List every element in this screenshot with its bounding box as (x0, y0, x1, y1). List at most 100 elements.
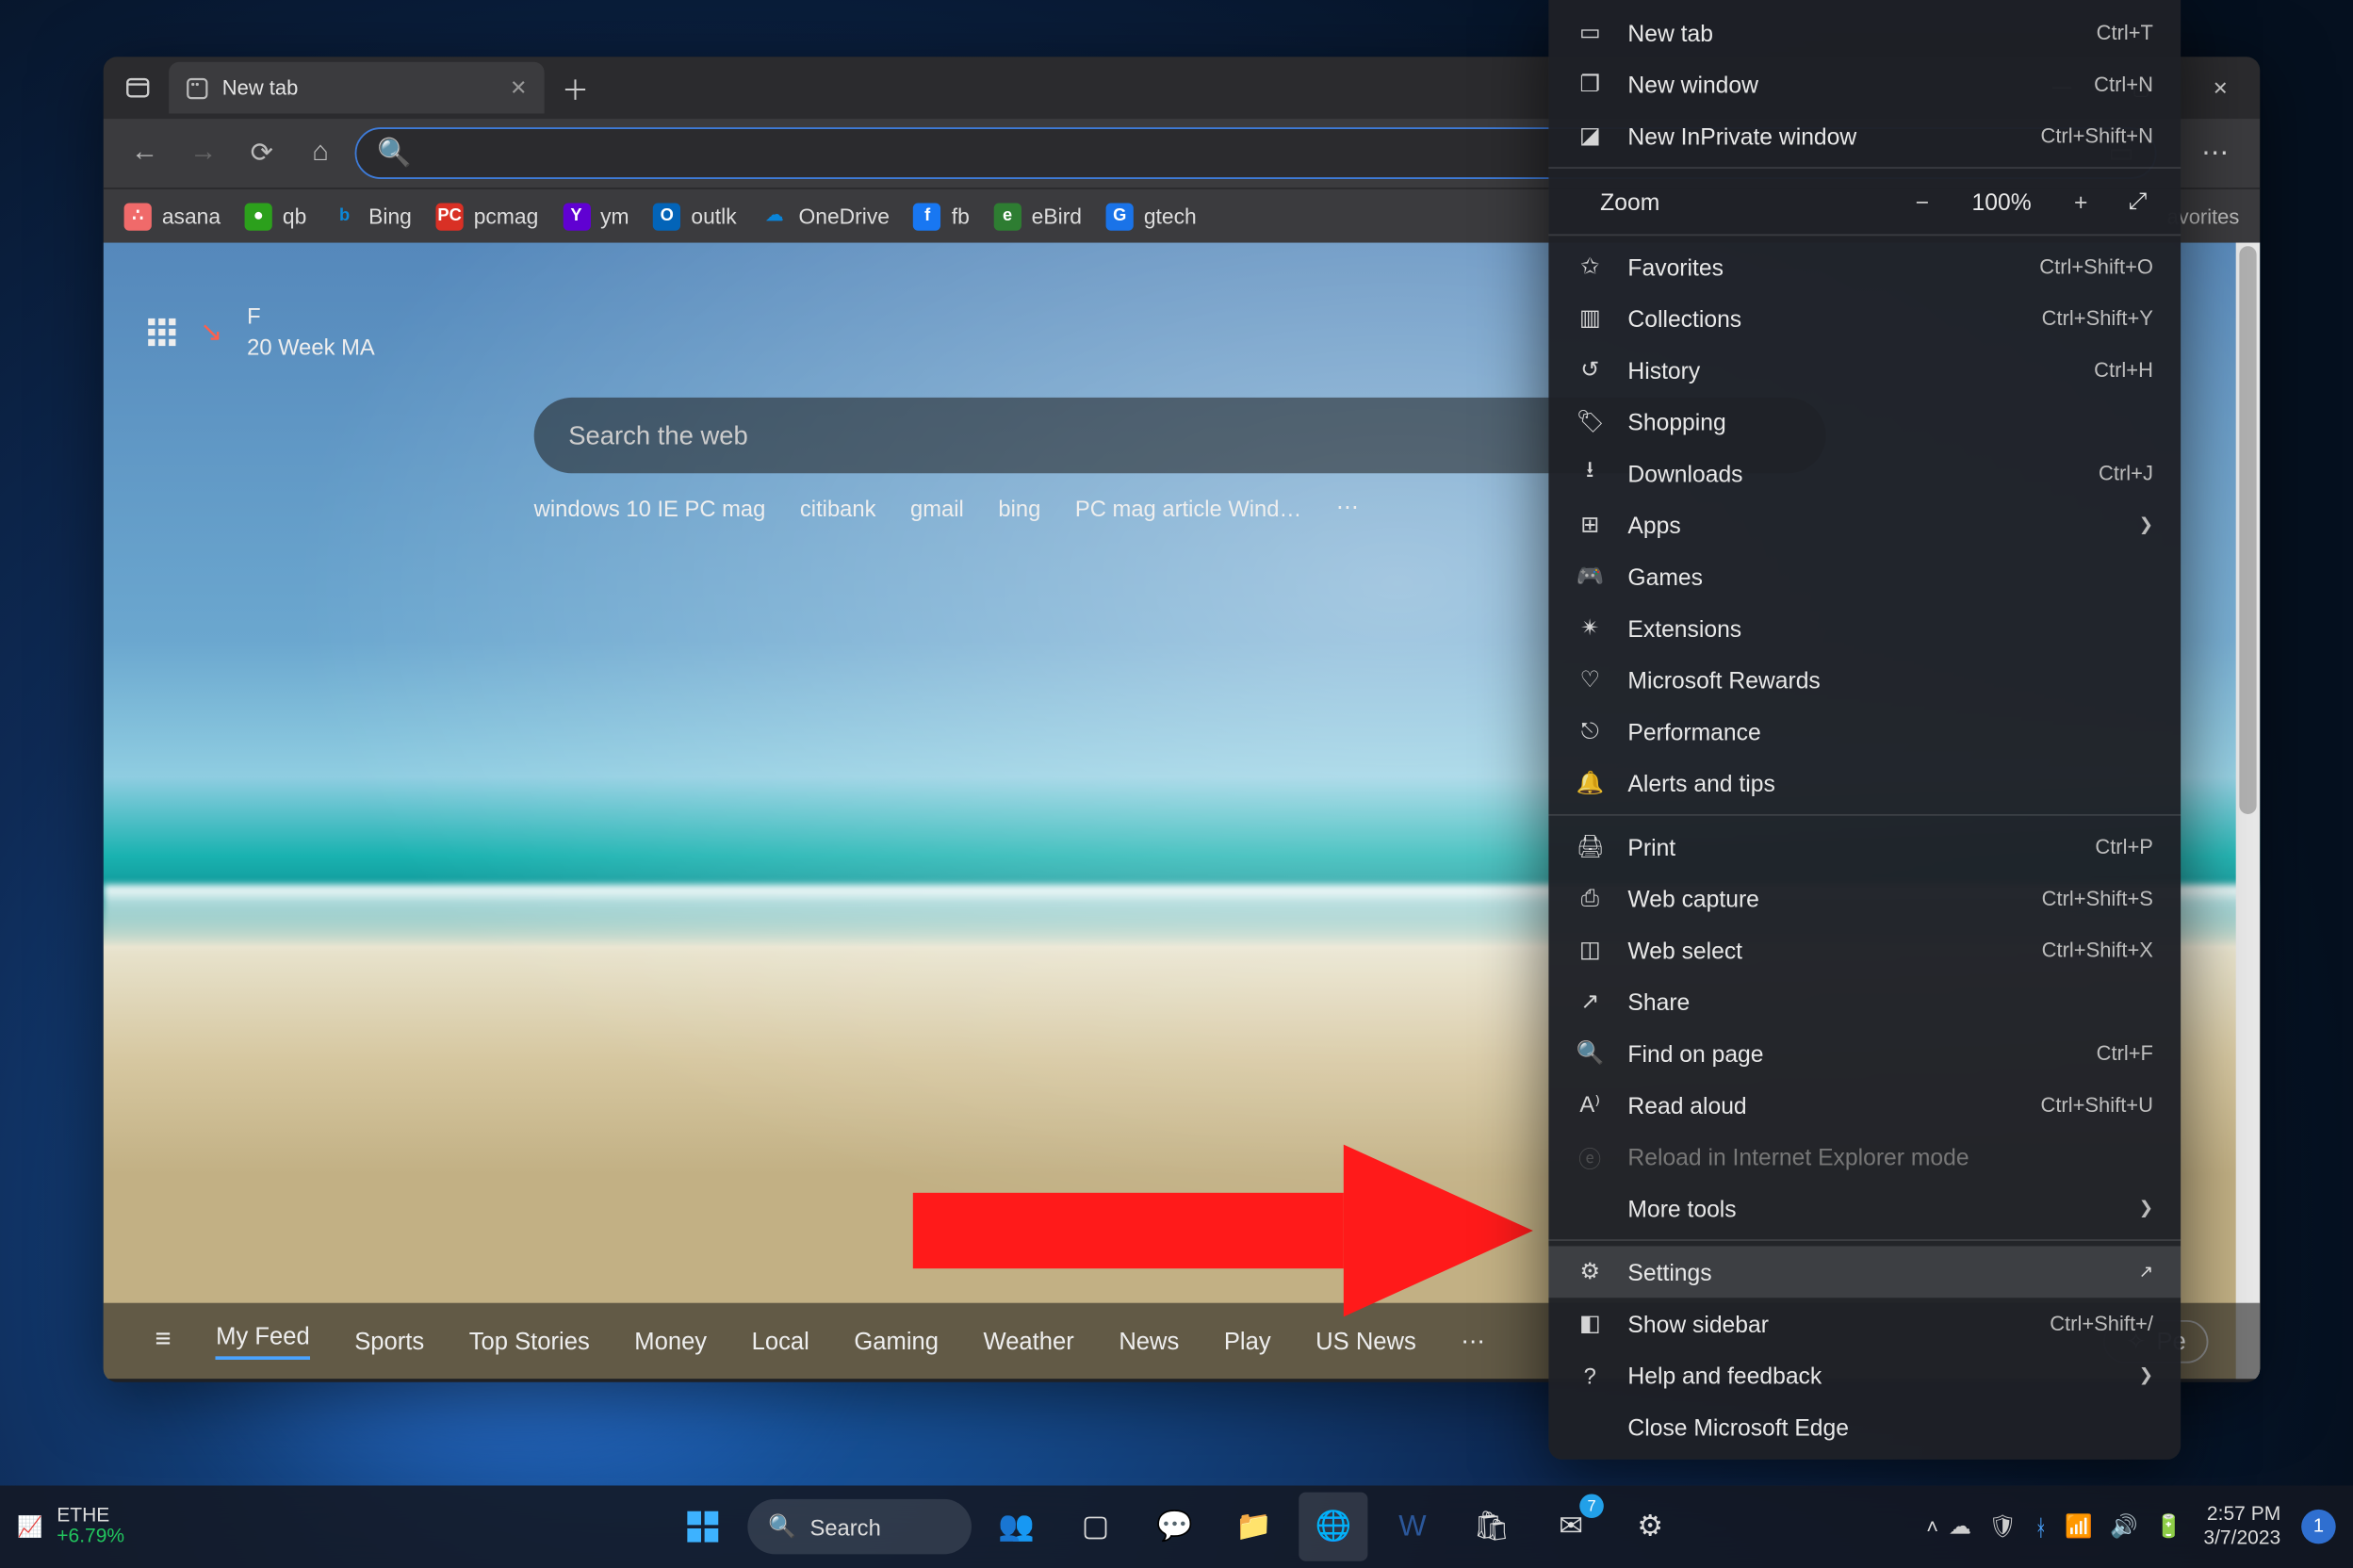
favorite-fb[interactable]: ffb (914, 203, 970, 230)
favorite-gtech[interactable]: Ggtech (1106, 203, 1197, 230)
feed-top-stories[interactable]: Top Stories (469, 1327, 590, 1354)
favorite-outlk[interactable]: Ooutlk (653, 203, 736, 230)
menu-help[interactable]: ?Help and feedback❯ (1548, 1349, 2181, 1401)
volume-tray-icon[interactable]: 🔊 (2110, 1513, 2138, 1541)
feed-local[interactable]: Local (752, 1327, 809, 1354)
feed-more-icon[interactable]: ⋯ (1461, 1326, 1485, 1355)
favorite-qb[interactable]: ●qb (245, 203, 307, 230)
scrollbar[interactable] (2236, 243, 2261, 1380)
start-button[interactable] (668, 1493, 737, 1561)
feed-weather[interactable]: Weather (984, 1327, 1074, 1354)
favorite-bing[interactable]: bBing (331, 203, 412, 230)
tab-new-tab[interactable]: New tab ✕ (169, 62, 544, 114)
favorite-asana[interactable]: ∴asana (124, 203, 221, 230)
taskbar-search[interactable]: 🔍Search (747, 1499, 972, 1554)
taskbar-task-view[interactable]: ▢ (1061, 1493, 1130, 1561)
zoom-out-button[interactable]: − (1905, 188, 1940, 214)
menu-downloads[interactable]: ⭳DownloadsCtrl+J (1548, 448, 2181, 499)
menu-new-inprivate[interactable]: ◪New InPrivate windowCtrl+Shift+N (1548, 110, 2181, 162)
app-launcher-icon[interactable] (148, 318, 175, 345)
taskbar-chat[interactable]: 💬 (1140, 1493, 1209, 1561)
close-window-button[interactable]: ✕ (2181, 57, 2260, 119)
taskbar-store[interactable]: 🛍 (1457, 1493, 1526, 1561)
stock-subtext: 20 Week MA (247, 332, 375, 362)
menu-rewards[interactable]: ♡Microsoft Rewards (1548, 654, 2181, 706)
quick-link[interactable]: windows 10 IE PC mag (534, 495, 766, 520)
apps-icon: ⊞ (1577, 511, 1604, 538)
tab-actions-button[interactable] (114, 64, 162, 112)
taskbar-word[interactable]: W (1378, 1493, 1446, 1561)
shopping-icon: 🏷 (1577, 408, 1604, 435)
menu-games[interactable]: 🎮Games (1548, 551, 2181, 603)
quick-link[interactable]: PC mag article Wind… (1075, 495, 1301, 520)
system-tray[interactable]: ☁ 🛡 ᚼ 📶 🔊 🔋 (1949, 1513, 2182, 1541)
favorite-pcmag[interactable]: PCpcmag (435, 203, 538, 230)
star-icon: ✩ (1577, 253, 1604, 281)
menu-web-capture[interactable]: ⎙Web captureCtrl+Shift+S (1548, 873, 2181, 924)
feed-sports[interactable]: Sports (354, 1327, 424, 1354)
menu-favorites[interactable]: ✩FavoritesCtrl+Shift+O (1548, 241, 2181, 293)
feed-money[interactable]: Money (634, 1327, 707, 1354)
taskbar-people[interactable]: 👥 (982, 1493, 1051, 1561)
menu-collections[interactable]: ▥CollectionsCtrl+Shift+Y (1548, 293, 2181, 345)
quick-links-more-icon[interactable]: ⋯ (1336, 494, 1362, 521)
zoom-in-button[interactable]: + (2064, 188, 2099, 214)
capture-icon: ⎙ (1577, 885, 1604, 912)
taskbar-edge[interactable]: 🌐 (1299, 1493, 1367, 1561)
favorite-ebird[interactable]: eeBird (993, 203, 1082, 230)
feed-gaming[interactable]: Gaming (854, 1327, 939, 1354)
close-tab-button[interactable]: ✕ (510, 75, 527, 100)
wifi-tray-icon[interactable]: 📶 (2065, 1513, 2093, 1541)
feed-play[interactable]: Play (1224, 1327, 1271, 1354)
collections-icon: ▥ (1577, 304, 1604, 332)
back-button[interactable]: ← (121, 129, 169, 177)
security-tray-icon[interactable]: 🛡 (1988, 1513, 2017, 1541)
new-tab-button[interactable]: ＋ (551, 64, 599, 112)
notification-badge[interactable]: 1 (2301, 1510, 2336, 1544)
quick-link[interactable]: citibank (800, 495, 876, 520)
menu-more-tools[interactable]: More tools❯ (1548, 1183, 2181, 1234)
menu-history[interactable]: ↺HistoryCtrl+H (1548, 344, 2181, 396)
favorite-ym[interactable]: Yym (563, 203, 629, 230)
taskbar-mail[interactable]: ✉7 (1537, 1493, 1606, 1561)
menu-new-window[interactable]: ❐New windowCtrl+N (1548, 58, 2181, 110)
taskbar-settings[interactable]: ⚙ (1616, 1493, 1685, 1561)
menu-new-tab[interactable]: ▭New tabCtrl+T (1548, 7, 2181, 58)
taskbar-clock[interactable]: 2:57 PM 3/7/2023 (2203, 1502, 2280, 1552)
widget-stock-change: +6.79% (57, 1527, 124, 1547)
quick-link[interactable]: gmail (910, 495, 964, 520)
stock-widget[interactable]: F 20 Week MA (247, 302, 375, 362)
fullscreen-button[interactable]: ⤢ (2122, 188, 2153, 215)
menu-share[interactable]: ↗Share (1548, 976, 2181, 1028)
ntp-quick-links: windows 10 IE PC mag citibank gmail bing… (534, 494, 1363, 521)
feed-my-feed[interactable]: My Feed (216, 1322, 310, 1360)
menu-web-select[interactable]: ◫Web selectCtrl+Shift+X (1548, 924, 2181, 976)
menu-find[interactable]: 🔍Find on pageCtrl+F (1548, 1027, 2181, 1079)
menu-show-sidebar[interactable]: ◧Show sidebarCtrl+Shift+/ (1548, 1298, 2181, 1349)
tray-chevron-icon[interactable]: ˄ (1926, 1514, 1938, 1539)
taskbar-widgets[interactable]: 📈 ETHE +6.79% (17, 1506, 124, 1547)
quick-link[interactable]: bing (998, 495, 1040, 520)
onedrive-tray-icon[interactable]: ☁ (1949, 1513, 1971, 1541)
favorite-onedrive[interactable]: ☁OneDrive (760, 203, 890, 230)
feed-menu-icon[interactable]: ≡ (155, 1325, 172, 1356)
home-button[interactable]: ⌂ (296, 129, 344, 177)
bluetooth-tray-icon[interactable]: ᚼ (2034, 1513, 2048, 1539)
refresh-button[interactable]: ⟳ (237, 129, 286, 177)
taskbar-explorer[interactable]: 📁 (1219, 1493, 1288, 1561)
scrollbar-thumb[interactable] (2239, 246, 2256, 814)
feed-us-news[interactable]: US News (1315, 1327, 1416, 1354)
menu-alerts[interactable]: 🔔Alerts and tips (1548, 758, 2181, 809)
menu-settings[interactable]: ⚙Settings↗ (1548, 1246, 2181, 1298)
download-icon: ⭳ (1577, 454, 1604, 492)
feed-news[interactable]: News (1119, 1327, 1179, 1354)
menu-apps[interactable]: ⊞Apps❯ (1548, 499, 2181, 551)
menu-print[interactable]: 🖨PrintCtrl+P (1548, 821, 2181, 873)
battery-tray-icon[interactable]: 🔋 (2155, 1513, 2183, 1541)
menu-shopping[interactable]: 🏷Shopping (1548, 396, 2181, 448)
settings-and-more-button[interactable]: ⋯ (2188, 129, 2243, 177)
menu-performance[interactable]: ⎋Performance (1548, 706, 2181, 758)
menu-extensions[interactable]: ✴Extensions (1548, 602, 2181, 654)
menu-read-aloud[interactable]: A⁾Read aloudCtrl+Shift+U (1548, 1079, 2181, 1131)
menu-close-edge[interactable]: Close Microsoft Edge (1548, 1401, 2181, 1453)
